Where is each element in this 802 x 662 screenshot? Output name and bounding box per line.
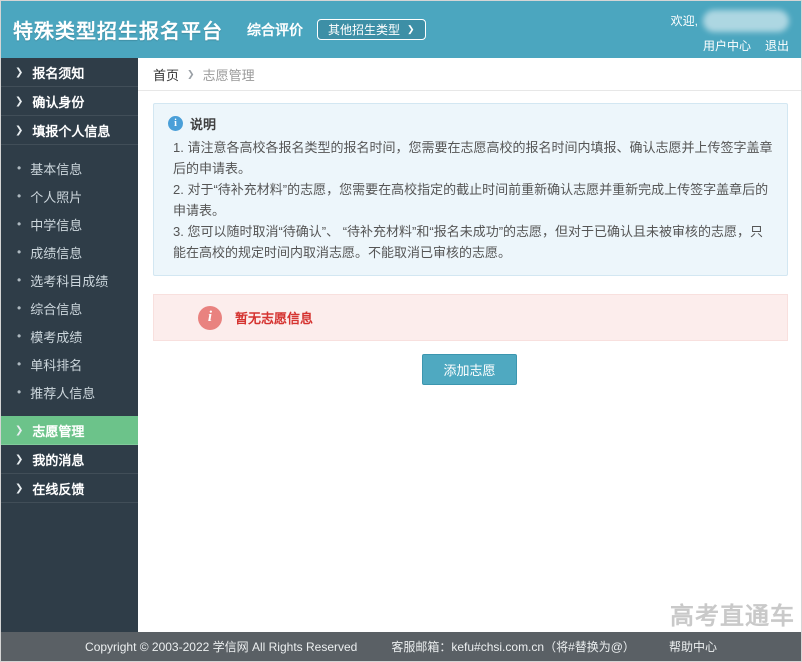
app-window: 特殊类型招生报名平台 综合评价 其他招生类型 ❯ 欢迎, 用户中心 退出 ❯ 报… [0,0,802,662]
bullet-icon: • [17,358,21,370]
sidebar-subitem-school-info[interactable]: • 中学信息 [1,210,138,238]
sidebar-subitem-label: 综合信息 [30,299,82,318]
footer-copyright: Copyright © 2003-2022 学信网 All Rights Res… [85,638,357,655]
watermark: 高考直通车 [670,596,795,631]
sidebar-subitem-label: 选考科目成绩 [30,271,108,290]
sidebar-subitem-grades-info[interactable]: • 成绩信息 [1,238,138,266]
sidebar-item-enrollment-notice[interactable]: ❯ 报名须知 [1,58,138,87]
sidebar-sub-list: • 基本信息 • 个人照片 • 中学信息 • 成绩信息 • 选考科目成绩 [1,145,138,416]
sidebar-subitem-label: 个人照片 [30,187,82,206]
info-icon: i [168,116,183,131]
welcome-label: 欢迎, [671,12,698,29]
logout-link[interactable]: 退出 [765,37,789,54]
sidebar-item-label: 报名须知 [32,63,84,82]
sidebar-item-volunteer-management[interactable]: ❯ 志愿管理 [1,416,138,445]
breadcrumb: 首页 ❯ 志愿管理 [138,58,801,91]
chevron-right-icon: ❯ [187,69,195,80]
sidebar-subitem-basic-info[interactable]: • 基本信息 [1,154,138,182]
header: 特殊类型招生报名平台 综合评价 其他招生类型 ❯ 欢迎, 用户中心 退出 [1,1,801,58]
bullet-icon: • [17,330,21,342]
sidebar-subitem-label: 基本信息 [30,159,82,178]
sidebar-subitem-label: 中学信息 [30,215,82,234]
footer-support-email: 客服邮箱：kefu#chsi.com.cn（将#替换为@） [391,638,635,655]
bullet-icon: • [17,190,21,202]
sidebar-subitem-single-subject-rank[interactable]: • 单科排名 [1,350,138,378]
chevron-right-icon: ❯ [15,425,23,436]
bullet-icon: • [17,302,21,314]
add-volunteer-button[interactable]: 添加志愿 [422,354,516,385]
main-content: 首页 ❯ 志愿管理 i 说明 1. 请注意各高校各报名类型的报名时间，您需要在志… [138,58,801,632]
username-redacted [703,10,789,32]
bullet-icon: • [17,162,21,174]
chevron-right-icon: ❯ [15,96,23,107]
notice-box: i 说明 1. 请注意各高校各报名类型的报名时间，您需要在志愿高校的报名时间内填… [153,103,788,276]
breadcrumb-home-link[interactable]: 首页 [153,65,179,84]
other-enrollment-types-button[interactable]: 其他招生类型 ❯ [317,19,426,40]
program-type-label: 综合评价 [247,20,303,40]
chevron-right-icon: ❯ [407,25,415,34]
sidebar-item-label: 我的消息 [32,450,84,469]
empty-volunteer-alert: i 暂无志愿信息 [153,294,788,341]
bullet-icon: • [17,246,21,258]
footer: Copyright © 2003-2022 学信网 All Rights Res… [1,632,801,661]
notice-line: 3. 您可以随时取消“待确认”、 “待补充材料”和“报名未成功”的志愿，但对于已… [173,221,773,263]
sidebar-subitem-comprehensive-info[interactable]: • 综合信息 [1,294,138,322]
sidebar: ❯ 报名须知 ❯ 确认身份 ❯ 填报个人信息 • 基本信息 • 个人照片 [1,58,138,632]
sidebar-subitem-label: 模考成绩 [30,327,82,346]
help-center-link[interactable]: 帮助中心 [669,638,717,655]
sidebar-item-my-messages[interactable]: ❯ 我的消息 [1,445,138,474]
sidebar-subitem-label: 单科排名 [30,355,82,374]
alert-info-icon: i [198,306,222,330]
sidebar-subitem-recommender-info[interactable]: • 推荐人信息 [1,378,138,406]
notice-title: 说明 [190,114,216,133]
bullet-icon: • [17,386,21,398]
chevron-right-icon: ❯ [15,67,23,78]
notice-line: 2. 对于“待补充材料”的志愿，您需要在高校指定的截止时间前重新确认志愿并重新完… [173,179,773,221]
user-area: 欢迎, 用户中心 退出 [671,6,789,54]
chevron-right-icon: ❯ [15,454,23,465]
notice-line: 1. 请注意各高校各报名类型的报名时间，您需要在志愿高校的报名时间内填报、确认志… [173,137,773,179]
sidebar-item-confirm-identity[interactable]: ❯ 确认身份 [1,87,138,116]
sidebar-subitem-label: 推荐人信息 [30,383,95,402]
sidebar-item-online-feedback[interactable]: ❯ 在线反馈 [1,474,138,503]
sidebar-item-label: 在线反馈 [32,479,84,498]
sidebar-subitem-elective-scores[interactable]: • 选考科目成绩 [1,266,138,294]
sidebar-item-label: 志愿管理 [32,421,84,440]
chevron-right-icon: ❯ [15,483,23,494]
bullet-icon: • [17,274,21,286]
breadcrumb-current: 志愿管理 [203,65,255,84]
alert-message: 暂无志愿信息 [235,308,313,327]
sidebar-subitem-label: 成绩信息 [30,243,82,262]
user-center-link[interactable]: 用户中心 [703,37,751,54]
sidebar-subitem-personal-photo[interactable]: • 个人照片 [1,182,138,210]
page-title: 特殊类型招生报名平台 [13,15,223,44]
chevron-right-icon: ❯ [15,125,23,136]
sidebar-item-label: 填报个人信息 [32,121,110,140]
sidebar-item-fill-personal-info[interactable]: ❯ 填报个人信息 [1,116,138,145]
other-types-label: 其他招生类型 [328,21,400,38]
sidebar-item-label: 确认身份 [32,92,84,111]
sidebar-subitem-mock-exam-scores[interactable]: • 模考成绩 [1,322,138,350]
bullet-icon: • [17,218,21,230]
body: ❯ 报名须知 ❯ 确认身份 ❯ 填报个人信息 • 基本信息 • 个人照片 [1,58,801,632]
